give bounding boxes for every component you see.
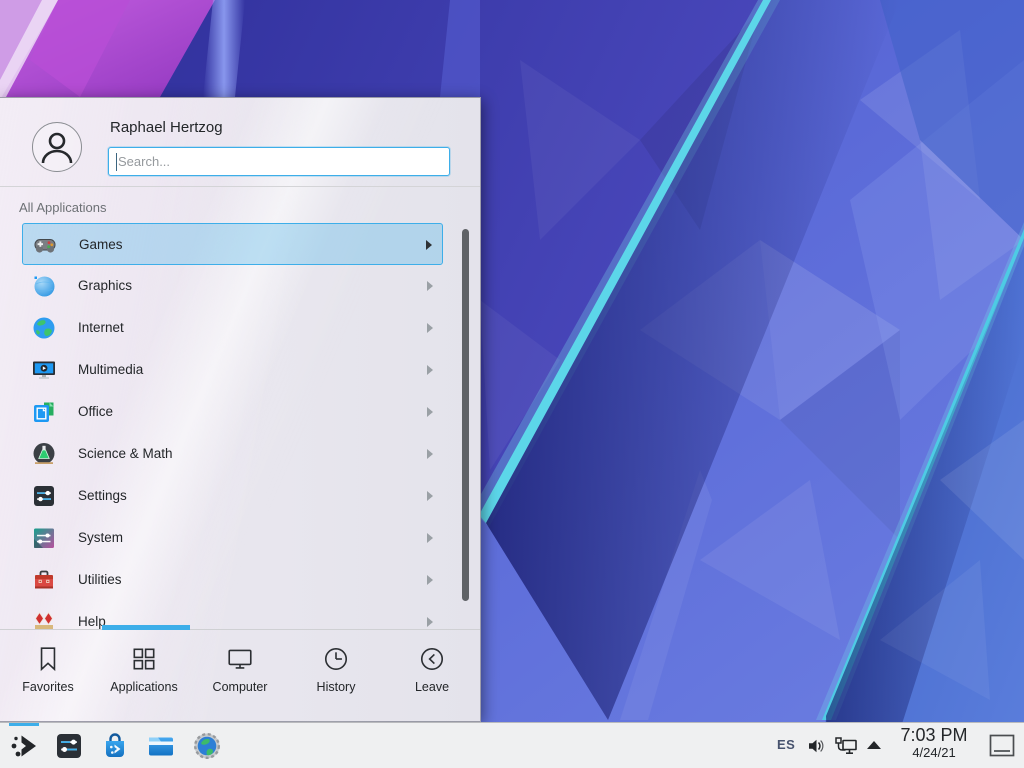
category-list: Games Graphics: [0, 223, 460, 629]
submenu-arrow-icon: [427, 491, 433, 501]
system-settings-icon: [53, 730, 85, 762]
category-science-math[interactable]: Science & Math: [22, 433, 443, 475]
keyboard-layout-indicator[interactable]: ES: [777, 737, 795, 752]
tab-leave[interactable]: Leave: [384, 630, 480, 722]
expand-tray-icon[interactable]: [865, 738, 883, 752]
globe-icon: [31, 315, 57, 341]
category-utilities[interactable]: Utilities: [22, 559, 443, 601]
submenu-arrow-icon: [427, 449, 433, 459]
submenu-arrow-icon: [427, 407, 433, 417]
user-avatar[interactable]: [32, 122, 82, 172]
documents-icon: [31, 399, 57, 425]
volume-icon[interactable]: [806, 736, 826, 756]
submenu-arrow-icon: [427, 575, 433, 585]
search-input[interactable]: [118, 149, 438, 174]
monitor-play-icon: [31, 357, 57, 383]
task-discover[interactable]: [99, 723, 135, 768]
sphere-icon: [31, 273, 57, 299]
submenu-arrow-icon: [427, 617, 433, 627]
submenu-arrow-icon: [427, 323, 433, 333]
folder-icon: [145, 730, 177, 762]
application-launcher-button[interactable]: [6, 723, 42, 768]
history-clock-icon: [322, 645, 350, 673]
submenu-arrow-icon: [426, 240, 432, 250]
flask-icon: [31, 441, 57, 467]
category-system[interactable]: System: [22, 517, 443, 559]
globe-gear-icon: [191, 730, 223, 762]
app-grid-icon: [130, 645, 158, 673]
category-graphics[interactable]: Graphics: [22, 265, 443, 307]
user-name: Raphael Hertzog: [110, 119, 223, 136]
gamepad-icon: [32, 232, 58, 258]
section-label: All Applications: [19, 200, 106, 215]
software-center-bag-icon: [99, 730, 131, 762]
submenu-arrow-icon: [427, 533, 433, 543]
show-desktop-icon: [989, 734, 1015, 758]
scrollbar-thumb[interactable]: [462, 229, 469, 601]
task-web-browser[interactable]: [191, 723, 227, 768]
person-icon: [33, 123, 81, 171]
category-settings[interactable]: Settings: [22, 475, 443, 517]
help-icon: [31, 609, 57, 629]
submenu-arrow-icon: [427, 281, 433, 291]
computer-icon: [226, 645, 254, 673]
search-field[interactable]: [108, 147, 450, 176]
category-help[interactable]: Help: [22, 601, 443, 629]
tab-applications[interactable]: Applications: [96, 630, 192, 722]
category-internet[interactable]: Internet: [22, 307, 443, 349]
clock-date: 4/24/21: [888, 746, 980, 760]
submenu-arrow-icon: [427, 365, 433, 375]
sliders-icon: [31, 483, 57, 509]
category-multimedia[interactable]: Multimedia: [22, 349, 443, 391]
launcher-header: Raphael Hertzog: [0, 98, 480, 186]
header-divider: [0, 186, 480, 187]
kde-launcher-icon: [8, 730, 40, 762]
toolbox-icon: [31, 567, 57, 593]
tab-history[interactable]: History: [288, 630, 384, 722]
tab-computer[interactable]: Computer: [192, 630, 288, 722]
text-caret: [116, 153, 117, 171]
task-file-manager[interactable]: [145, 723, 181, 768]
show-desktop-button[interactable]: [986, 723, 1016, 768]
task-system-settings[interactable]: [53, 723, 89, 768]
leave-icon: [418, 645, 446, 673]
clock-time: 7:03 PM: [888, 726, 980, 746]
category-office[interactable]: Office: [22, 391, 443, 433]
category-games[interactable]: Games: [22, 223, 443, 265]
system-sliders-icon: [31, 525, 57, 551]
taskbar: ES 7:03 PM 4/24/21: [0, 722, 1024, 768]
tab-favorites[interactable]: Favorites: [0, 630, 96, 722]
launcher-tabbar: Favorites Applications Computer: [0, 630, 480, 722]
active-indicator: [9, 723, 39, 726]
bookmark-icon: [34, 645, 62, 673]
desktop: Raphael Hertzog All Applications: [0, 0, 1024, 768]
application-launcher-menu: Raphael Hertzog All Applications: [0, 97, 481, 722]
digital-clock[interactable]: 7:03 PM 4/24/21: [888, 726, 980, 760]
network-icon[interactable]: [834, 736, 858, 758]
